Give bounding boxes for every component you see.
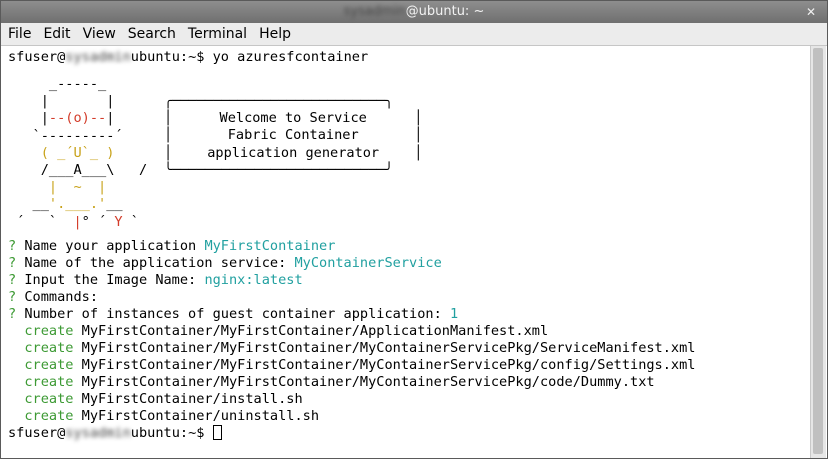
menu-help[interactable]: Help [254, 23, 296, 45]
create-line: create MyFirstContainer/MyFirstContainer… [24, 323, 549, 339]
question-line: ? Commands: [8, 289, 99, 305]
menu-edit[interactable]: Edit [38, 23, 75, 45]
window-title: sysadmin@ubuntu: ~ [1, 4, 827, 19]
terminal-window: sysadmin@ubuntu: ~ ✕ File Edit View Search T… [0, 0, 828, 459]
command-line: sfuser@sysadminubuntu:~$ yo azuresfconta… [8, 49, 695, 66]
menu-search[interactable]: Search [123, 23, 181, 45]
welcome-box: ╭──────────────────────────╮ │ Welcome to… [164, 93, 423, 178]
terminal-output[interactable]: sfuser@sysadminubuntu:~$ yo azuresfconta… [2, 46, 811, 458]
yeoman-banner: _-----_ | | |--(o)--| `---------´ ( _´U`… [8, 66, 695, 238]
banner-line-2: Fabric Container [227, 127, 359, 144]
question-line: ? Name your application MyFirstContainer [8, 238, 336, 254]
question-line: ? Number of instances of guest container… [8, 306, 459, 322]
create-line: create MyFirstContainer/install.sh [24, 391, 303, 407]
close-icon[interactable]: ✕ [803, 4, 819, 20]
prompt-host: ubuntu:~$ [130, 49, 213, 65]
banner-line-3: application generator [207, 144, 380, 161]
create-line: create MyFirstContainer/MyFirstContainer… [24, 357, 696, 373]
text-cursor [212, 425, 222, 440]
menu-file[interactable]: File [3, 23, 36, 45]
create-line: create MyFirstContainer/MyFirstContainer… [24, 340, 696, 356]
question-line: ? Name of the application service: MyCon… [8, 255, 442, 271]
final-prompt-line[interactable]: sfuser@sysadminubuntu:~$ [8, 425, 695, 442]
title-host: @ubuntu: ~ [405, 4, 485, 19]
banner-line-1: Welcome to Service [219, 110, 367, 127]
prompt-user: sfuser@ [8, 49, 66, 65]
create-line: create MyFirstContainer/uninstall.sh [24, 408, 320, 424]
menu-view[interactable]: View [78, 23, 121, 45]
title-user-blurred: sysadmin [343, 4, 406, 19]
question-line: ? Input the Image Name: nginx:latest [8, 272, 303, 288]
prompt-user-blurred: sysadmin [65, 49, 131, 65]
menu-terminal[interactable]: Terminal [183, 23, 252, 45]
create-line: create MyFirstContainer/MyFirstContainer… [24, 374, 655, 390]
scrollbar-thumb[interactable] [813, 48, 823, 454]
menu-bar: File Edit View Search Terminal Help [1, 23, 827, 46]
vertical-scrollbar[interactable] [810, 46, 826, 458]
title-bar[interactable]: sysadmin@ubuntu: ~ ✕ [1, 1, 827, 24]
prompt-command: yo azuresfcontainer [212, 49, 369, 65]
yeoman-logo-icon: _-----_ | | |--(o)--| `---------´ ( _´U`… [16, 76, 148, 230]
